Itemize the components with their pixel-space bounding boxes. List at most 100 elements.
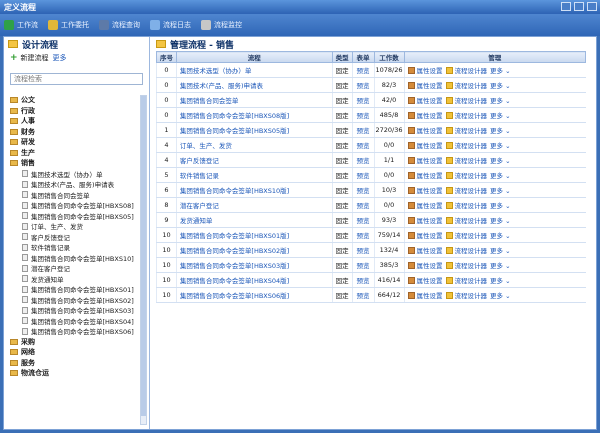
edit-properties-button[interactable]: 属性设置 (407, 95, 443, 105)
more-dropdown[interactable]: 更多 ⌄ (490, 170, 511, 180)
more-dropdown[interactable]: 更多 ⌄ (490, 185, 511, 195)
tree-item[interactable]: 发货通知单 (10, 274, 144, 285)
flow-designer-button[interactable]: 流程设计器 (445, 140, 487, 150)
cell-flow-name[interactable]: 集团销售合同命令会签单[HBXS05版] (175, 122, 333, 138)
more-dropdown[interactable]: 更多 ⌄ (490, 95, 511, 105)
edit-properties-button[interactable]: 属性设置 (407, 290, 443, 300)
cell-form-preview[interactable]: 预览 (351, 272, 375, 288)
tree-folder[interactable]: 研发 (10, 137, 144, 148)
flow-designer-button[interactable]: 流程设计器 (445, 215, 487, 225)
tree-item[interactable]: 集团技术(产品、服务)申请表 (10, 179, 144, 190)
edit-properties-button[interactable]: 属性设置 (407, 80, 443, 90)
cell-flow-name[interactable]: 集团销售合同命令会签单[HBXS02版] (175, 242, 333, 258)
cell-form-preview[interactable]: 预览 (351, 62, 375, 78)
edit-properties-button[interactable]: 属性设置 (407, 215, 443, 225)
tree-item[interactable]: 集团销售合同命令会签单[HBXS02] (10, 295, 144, 306)
new-flow-link[interactable]: 新建流程 (21, 53, 49, 63)
edit-properties-button[interactable]: 属性设置 (407, 125, 443, 135)
tree-scrollbar[interactable] (140, 95, 147, 425)
cell-form-preview[interactable]: 预览 (351, 107, 375, 123)
cell-form-preview[interactable]: 预览 (351, 137, 375, 153)
edit-properties-button[interactable]: 属性设置 (407, 230, 443, 240)
more-dropdown[interactable]: 更多 ⌄ (490, 155, 511, 165)
flow-designer-button[interactable]: 流程设计器 (445, 290, 487, 300)
tree-folder[interactable]: 销售 (10, 158, 144, 169)
tree-folder[interactable]: 网络 (10, 347, 144, 358)
close-button[interactable] (587, 2, 597, 11)
flow-designer-button[interactable]: 流程设计器 (445, 275, 487, 285)
tree-item[interactable]: 客户反馈登记 (10, 232, 144, 243)
tree-folder[interactable]: 财务 (10, 127, 144, 138)
edit-properties-button[interactable]: 属性设置 (407, 185, 443, 195)
more-link[interactable]: 更多 (53, 53, 67, 63)
flow-designer-button[interactable]: 流程设计器 (445, 95, 487, 105)
cell-flow-name[interactable]: 集团销售合同命令会签单[HBXS04版] (175, 272, 333, 288)
cell-flow-name[interactable]: 发货通知单 (175, 212, 333, 228)
cell-form-preview[interactable]: 预览 (351, 167, 375, 183)
flow-designer-button[interactable]: 流程设计器 (445, 110, 487, 120)
edit-properties-button[interactable]: 属性设置 (407, 200, 443, 210)
more-dropdown[interactable]: 更多 ⌄ (490, 245, 511, 255)
flow-designer-button[interactable]: 流程设计器 (445, 200, 487, 210)
tree-folder[interactable]: 行政 (10, 106, 144, 117)
tree-folder[interactable]: 服务 (10, 358, 144, 369)
cell-flow-name[interactable]: 集团销售合同命令会签单[HBXS10版] (175, 182, 333, 198)
cell-form-preview[interactable]: 预览 (351, 242, 375, 258)
toolbar-item-workflow[interactable]: 工作流 (4, 20, 38, 30)
more-dropdown[interactable]: 更多 ⌄ (490, 275, 511, 285)
cell-flow-name[interactable]: 集团技术选型（协办）单 (175, 62, 333, 78)
cell-form-preview[interactable]: 预览 (351, 197, 375, 213)
edit-properties-button[interactable]: 属性设置 (407, 110, 443, 120)
edit-properties-button[interactable]: 属性设置 (407, 245, 443, 255)
cell-flow-name[interactable]: 集团销售合同命令会签单[HBXS06版] (175, 287, 333, 303)
tree-item[interactable]: 集团销售合同命令会签单[HBXS01] (10, 284, 144, 295)
cell-flow-name[interactable]: 集团技术(产品、服务)申请表 (175, 77, 333, 93)
more-dropdown[interactable]: 更多 ⌄ (490, 290, 511, 300)
flow-designer-button[interactable]: 流程设计器 (445, 65, 487, 75)
cell-form-preview[interactable]: 预览 (351, 92, 375, 108)
more-dropdown[interactable]: 更多 ⌄ (490, 260, 511, 270)
search-input[interactable] (14, 75, 142, 83)
scrollbar-thumb[interactable] (141, 96, 146, 416)
edit-properties-button[interactable]: 属性设置 (407, 155, 443, 165)
cell-form-preview[interactable]: 预览 (351, 152, 375, 168)
cell-form-preview[interactable]: 预览 (351, 287, 375, 303)
more-dropdown[interactable]: 更多 ⌄ (490, 140, 511, 150)
more-dropdown[interactable]: 更多 ⌄ (490, 230, 511, 240)
tree-item[interactable]: 集团销售合同命令会签单[HBXS10] (10, 253, 144, 264)
cell-flow-name[interactable]: 集团销售合同命令会签单[HBXS08版] (175, 107, 333, 123)
edit-properties-button[interactable]: 属性设置 (407, 65, 443, 75)
maximize-button[interactable] (574, 2, 584, 11)
cell-form-preview[interactable]: 预览 (351, 122, 375, 138)
tree-folder[interactable]: 公文 (10, 95, 144, 106)
tree-folder[interactable]: 生产 (10, 148, 144, 159)
cell-form-preview[interactable]: 预览 (351, 182, 375, 198)
tree-item[interactable]: 软件销售记录 (10, 242, 144, 253)
toolbar-item-query[interactable]: 流程查询 (99, 20, 140, 30)
flow-designer-button[interactable]: 流程设计器 (445, 170, 487, 180)
toolbar-item-delegate[interactable]: 工作委托 (48, 20, 89, 30)
cell-flow-name[interactable]: 集团销售合同会签单 (175, 92, 333, 108)
edit-properties-button[interactable]: 属性设置 (407, 170, 443, 180)
cell-flow-name[interactable]: 集团销售合同命令会签单[HBXS03版] (175, 257, 333, 273)
minimize-button[interactable] (561, 2, 571, 11)
tree-item[interactable]: 潜在客户登记 (10, 263, 144, 274)
tree-item[interactable]: 集团销售合同命令会签单[HBXS05] (10, 211, 144, 222)
cell-form-preview[interactable]: 预览 (351, 227, 375, 243)
edit-properties-button[interactable]: 属性设置 (407, 275, 443, 285)
cell-flow-name[interactable]: 潜在客户登记 (175, 197, 333, 213)
more-dropdown[interactable]: 更多 ⌄ (490, 80, 511, 90)
tree-item[interactable]: 集团销售合同命令会签单[HBXS08] (10, 200, 144, 211)
cell-flow-name[interactable]: 集团销售合同命令会签单[HBXS01版] (175, 227, 333, 243)
more-dropdown[interactable]: 更多 ⌄ (490, 200, 511, 210)
cell-flow-name[interactable]: 订单、生产、发货 (175, 137, 333, 153)
cell-flow-name[interactable]: 客户反馈登记 (175, 152, 333, 168)
flow-designer-button[interactable]: 流程设计器 (445, 125, 487, 135)
tree-folder[interactable]: 人事 (10, 116, 144, 127)
tree-item[interactable]: 集团销售合同命令会签单[HBXS04] (10, 316, 144, 327)
more-dropdown[interactable]: 更多 ⌄ (490, 65, 511, 75)
more-dropdown[interactable]: 更多 ⌄ (490, 125, 511, 135)
tree-item[interactable]: 订单、生产、发货 (10, 221, 144, 232)
flow-designer-button[interactable]: 流程设计器 (445, 260, 487, 270)
tree-item[interactable]: 集团技术选型（协办）单 (10, 169, 144, 180)
